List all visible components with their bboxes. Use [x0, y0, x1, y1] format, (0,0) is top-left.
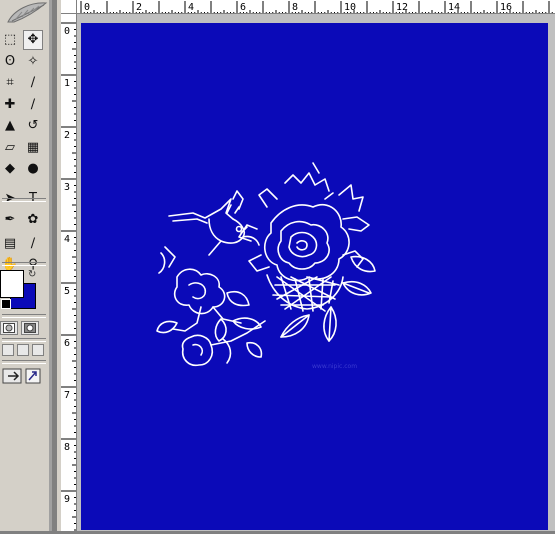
ruler-label: 8 — [292, 2, 298, 13]
custom-shape-tool-icon: ✿ — [27, 212, 39, 227]
standard-mode-button[interactable] — [0, 321, 18, 335]
ruler-label: 4 — [188, 2, 194, 13]
ruler-label: 5 — [64, 286, 70, 297]
toolbox-separator — [2, 360, 46, 364]
dodge-tool-icon: ● — [27, 161, 39, 176]
history-brush-tool-icon: ↺ — [27, 118, 39, 133]
ruler-label: 6 — [240, 2, 246, 13]
eraser-tool[interactable]: ▱ — [0, 138, 20, 158]
notes-tool-icon: ▤ — [3, 236, 17, 251]
lasso-tool[interactable]: ʘ — [0, 52, 20, 72]
ruler-label: 4 — [64, 234, 70, 245]
ruler-label: 14 — [448, 2, 460, 13]
blur-tool-icon: ◆ — [5, 161, 15, 176]
lasso-tool-icon: ʘ — [4, 54, 16, 69]
full-screen-mode-button[interactable] — [32, 344, 44, 356]
swap-colors-icon[interactable]: ↻ — [28, 269, 36, 280]
document-canvas[interactable] — [81, 23, 548, 530]
basket-artwork — [266, 274, 344, 312]
move-tool[interactable]: ✥ — [23, 30, 43, 50]
ruler-origin[interactable] — [61, 0, 77, 14]
gradient-tool[interactable]: ▦ — [23, 138, 43, 158]
ruler-label: 8 — [64, 442, 70, 453]
watermark-text: www.nipic.com — [312, 363, 358, 370]
healing-brush-tool-icon: ✚ — [4, 97, 16, 112]
ruler-label: 0 — [64, 26, 70, 37]
toolbox-separator — [2, 198, 46, 202]
slice-tool[interactable]: ∕ — [23, 73, 43, 93]
ruler-label: 9 — [64, 494, 70, 505]
ruler-label: 16 — [500, 2, 512, 13]
quick-mask-mode-button[interactable] — [21, 321, 39, 335]
ruler-label: 3 — [64, 182, 70, 193]
marquee-tool-icon: ⬚ — [3, 32, 17, 47]
notes-tool[interactable]: ▤ — [0, 234, 20, 254]
blur-tool[interactable]: ◆ — [0, 159, 20, 179]
leaves-artwork — [280, 255, 376, 342]
ruler-label: 2 — [136, 2, 142, 13]
toolbox: ⬚ ✥ ʘ ✧ ⌗ ∕ ✚ ∕ ▲ ↺ ▱ ▦ ◆ ● ➤ T ✒ ✿ ▤ ∕ ✋ ⚲ ↻ — [0, 0, 52, 531]
toolbox-separator — [2, 338, 46, 342]
magic-wand-tool[interactable]: ✧ — [23, 52, 43, 72]
foreground-color-swatch[interactable] — [0, 270, 24, 298]
clone-stamp-tool-icon: ▲ — [5, 118, 15, 133]
brush-tool[interactable]: ∕ — [23, 95, 43, 115]
toolbox-edge — [49, 0, 52, 531]
brush-tool-icon: ∕ — [30, 97, 36, 112]
jump-to-imageready-button[interactable] — [2, 366, 44, 386]
paper-cut-artwork — [156, 162, 376, 367]
healing-brush-tool[interactable]: ✚ — [0, 95, 20, 115]
crop-tool-icon: ⌗ — [6, 75, 14, 90]
horizontal-ruler[interactable]: 0 2 4 6 8 10 12 14 16 — [77, 0, 555, 14]
ruler-label: 2 — [64, 130, 70, 141]
move-tool-icon: ✥ — [27, 32, 39, 47]
toolbox-separator — [2, 314, 46, 318]
peony-flower-artwork — [238, 162, 370, 282]
ruler-label: 6 — [64, 338, 70, 349]
full-screen-menu-mode-button[interactable] — [17, 344, 29, 356]
toolbox-separator — [2, 262, 46, 266]
standard-screen-mode-button[interactable] — [2, 344, 14, 356]
gradient-tool-icon: ▦ — [26, 140, 40, 155]
marquee-tool[interactable]: ⬚ — [0, 30, 20, 50]
custom-shape-tool[interactable]: ✿ — [23, 210, 43, 230]
ruler-label: 10 — [344, 2, 356, 13]
magic-wand-tool-icon: ✧ — [27, 54, 39, 69]
ruler-label: 1 — [64, 78, 70, 89]
bird-artwork — [168, 190, 260, 256]
crop-tool[interactable]: ⌗ — [0, 73, 20, 93]
default-colors-icon[interactable] — [1, 299, 11, 309]
slice-tool-icon: ∕ — [30, 75, 36, 90]
eraser-tool-icon: ▱ — [5, 140, 15, 155]
ruler-label: 12 — [396, 2, 408, 13]
history-brush-tool[interactable]: ↺ — [23, 116, 43, 136]
lily-flower-artwork — [156, 246, 266, 367]
clone-stamp-tool[interactable]: ▲ — [0, 116, 20, 136]
pen-tool-icon: ✒ — [4, 212, 16, 227]
eyedropper-tool[interactable]: ∕ — [23, 234, 43, 254]
ruler-label: 0 — [84, 2, 90, 13]
pen-tool[interactable]: ✒ — [0, 210, 20, 230]
dodge-tool[interactable]: ● — [23, 159, 43, 179]
feather-logo-icon[interactable] — [0, 0, 49, 26]
ruler-label: 7 — [64, 390, 70, 401]
eyedropper-tool-icon: ∕ — [30, 236, 36, 251]
vertical-ruler[interactable]: 0 1 2 3 4 5 6 7 8 9 — [61, 14, 77, 531]
